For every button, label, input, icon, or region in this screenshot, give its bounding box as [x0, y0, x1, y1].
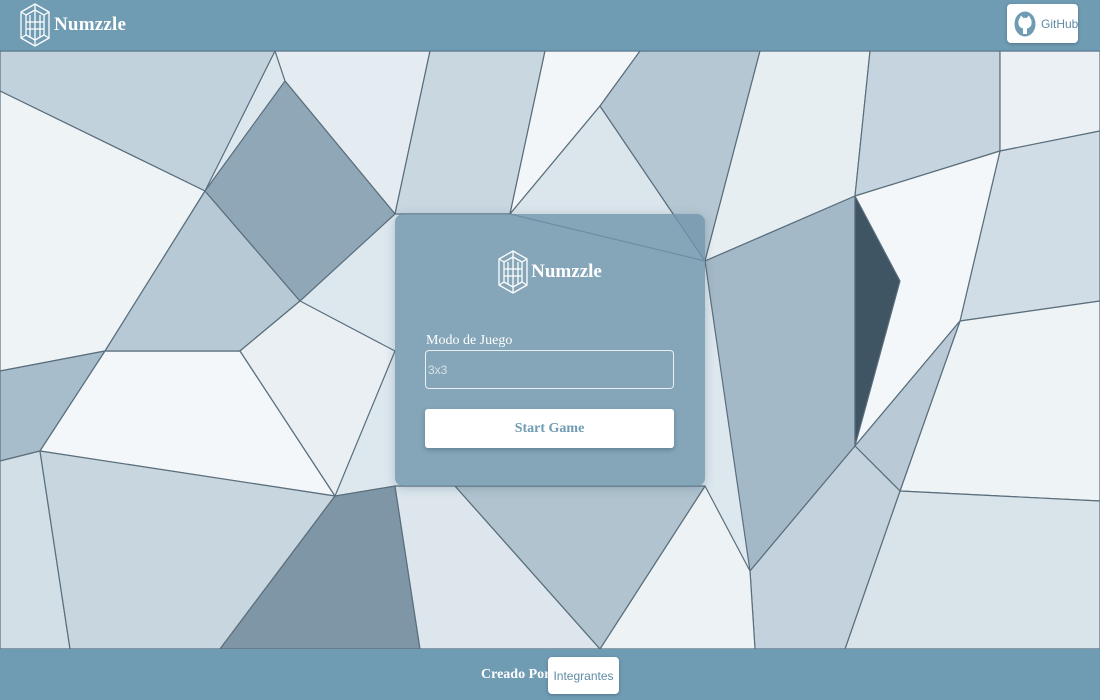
integrantes-button[interactable]: Integrantes	[548, 657, 619, 694]
start-game-button[interactable]: Start Game	[425, 409, 674, 448]
game-setup-card: Numzzle Modo de Juego Start Game	[395, 214, 705, 486]
card-brand-name: Numzzle	[531, 261, 602, 282]
github-icon	[1013, 10, 1037, 38]
numzzle-logo-icon	[498, 250, 528, 294]
game-mode-input[interactable]	[425, 350, 674, 389]
top-navbar: Numzzle GitHub	[0, 0, 1100, 51]
card-brand: Numzzle	[395, 250, 705, 294]
page: Numzzle GitHub Numzzle Modo de Juego 3x3…	[0, 0, 1100, 700]
numzzle-logo-icon	[20, 3, 50, 47]
mode-label: Modo de Juego	[426, 333, 513, 348]
brand-name: Numzzle	[54, 14, 127, 35]
footer-credit-label: Creado Por:	[481, 667, 555, 682]
footer: Creado Por: Integrantes	[0, 649, 1100, 700]
brand-link[interactable]: Numzzle	[20, 2, 126, 48]
github-button[interactable]: GitHub	[1007, 4, 1078, 43]
github-label: GitHub	[1041, 16, 1079, 31]
